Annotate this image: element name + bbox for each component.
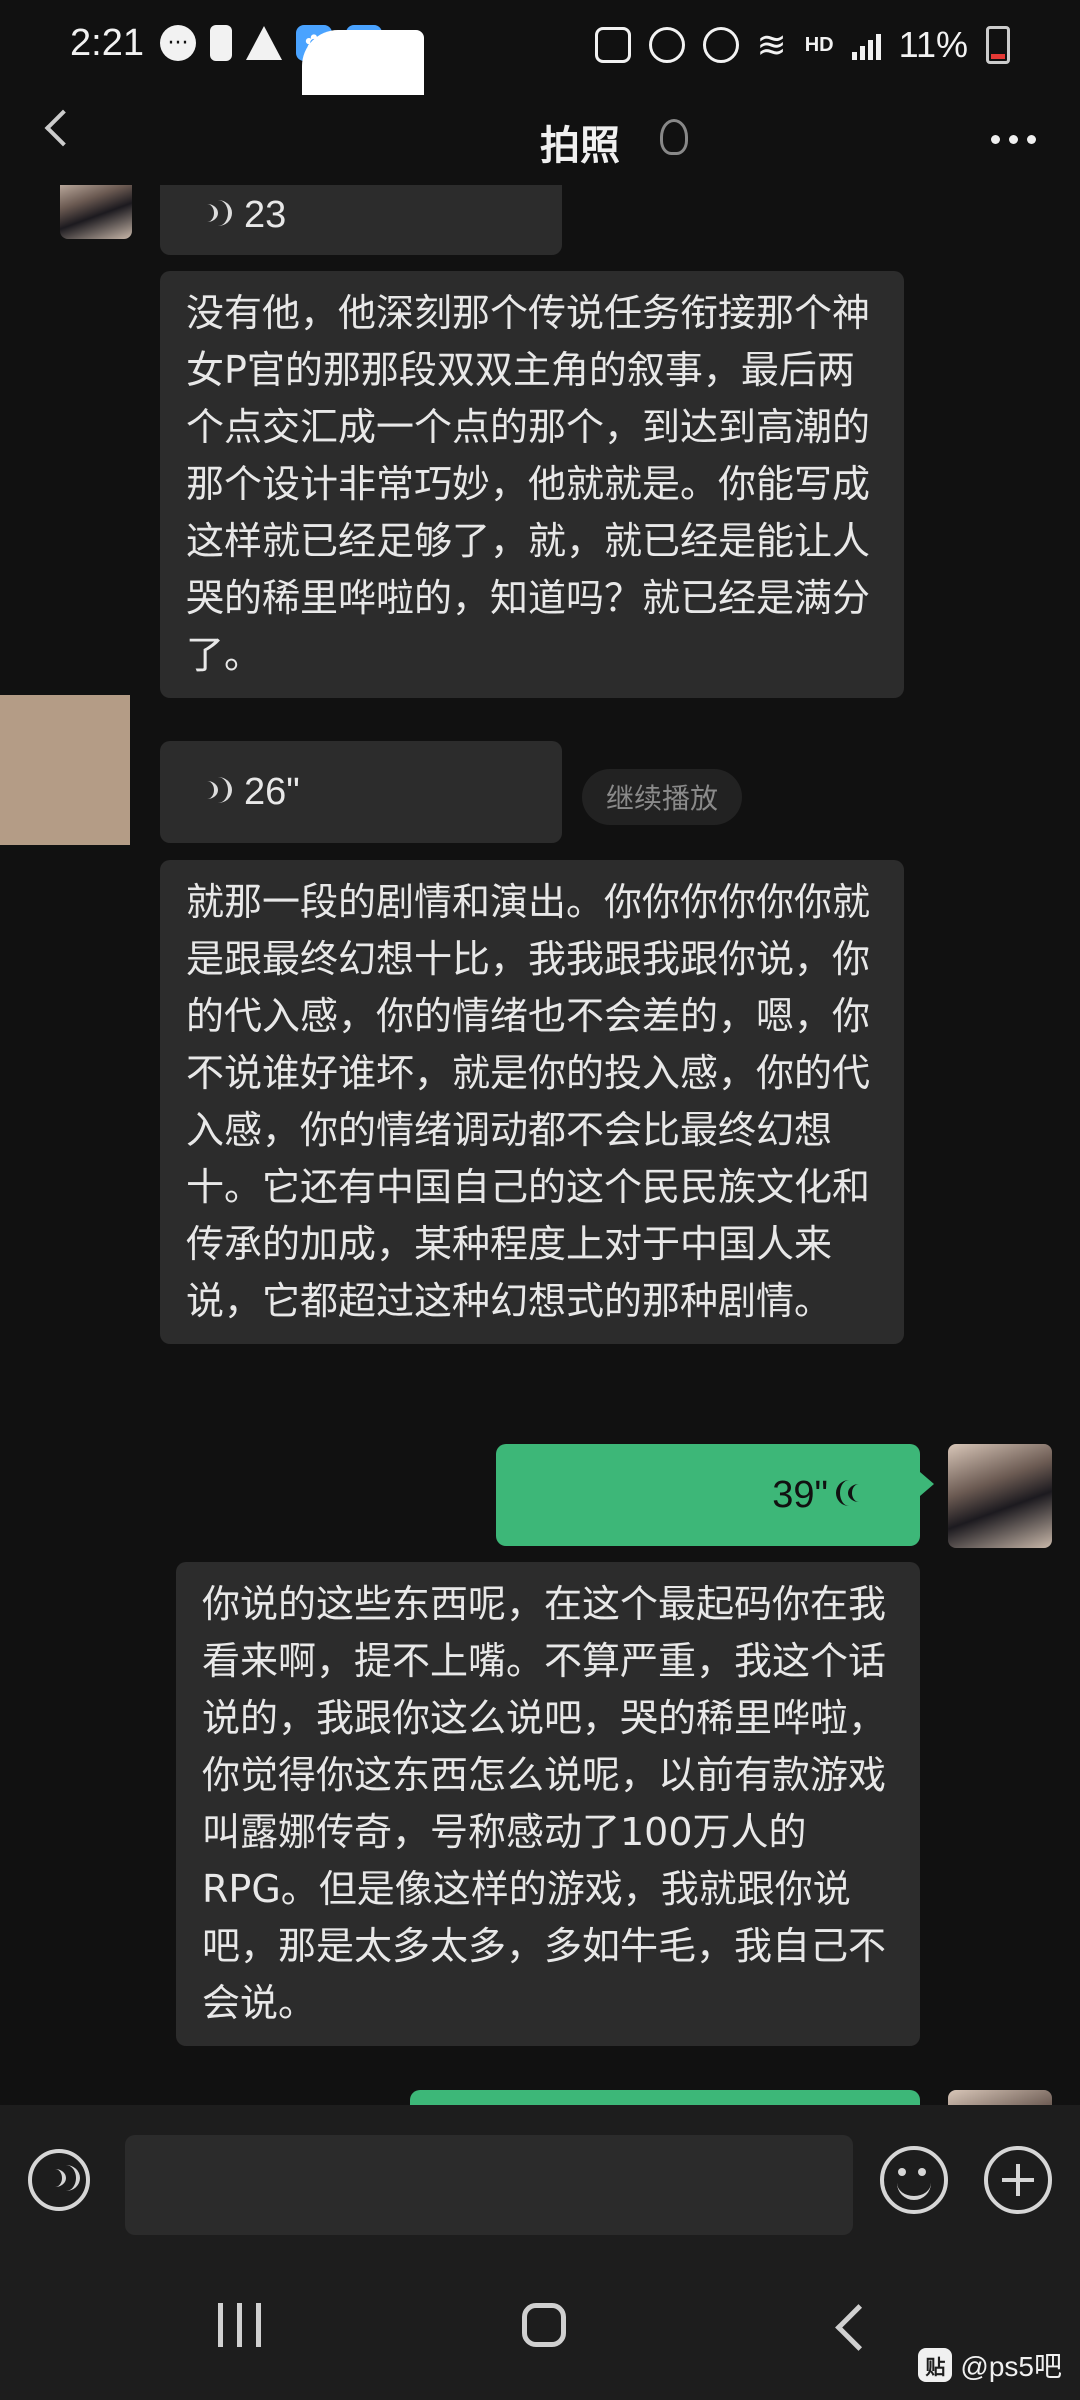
plus-button[interactable]	[984, 2146, 1052, 2214]
ear-mode-icon	[660, 119, 688, 155]
chat-notification-icon: ···	[160, 25, 196, 61]
back-button[interactable]	[835, 2304, 882, 2351]
chat-header: 拍照	[0, 95, 1080, 185]
battery-alert-icon	[210, 25, 232, 61]
voice-wave-icon	[836, 1480, 870, 1510]
message-input[interactable]	[125, 2135, 853, 2235]
signal-icon	[851, 30, 881, 60]
system-status-icons: ≋ HD 11%	[594, 24, 1010, 66]
voice-wave-icon	[196, 777, 232, 807]
text-message[interactable]: 就那一段的剧情和演出。你你你你你你就是跟最终幻想十比，我我跟我跟你说，你的代入感…	[160, 860, 904, 1344]
warning-icon	[246, 26, 282, 60]
hd-label: HD	[804, 33, 834, 56]
voice-wave-icon	[196, 200, 232, 230]
alarm-icon	[648, 27, 685, 63]
voice-duration: 23	[244, 193, 287, 236]
continue-playing-button[interactable]: 继续播放	[582, 769, 743, 825]
voice-wave-icon	[44, 2165, 80, 2195]
watermark-text: @ps5吧	[960, 2351, 1062, 2382]
text-message[interactable]: 你说的这些东西呢，在这个最起码你在我看来啊，提不上嘴。不算严重，我这个话说的，我…	[176, 1562, 920, 2046]
navigation-bar: 贴 @ps5吧	[0, 2255, 1080, 2400]
location-icon	[702, 27, 739, 63]
outgoing-voice-message[interactable]: 39"	[496, 1444, 934, 1546]
home-button[interactable]	[522, 2303, 566, 2347]
recycle-icon	[594, 27, 631, 63]
redaction-mark	[0, 695, 130, 845]
voice-input-button[interactable]	[28, 2149, 90, 2211]
message-list[interactable]: 23 没有他，他深刻那个传说任务衔接那个神女P官的那那段双双主角的叙事，最后两个…	[0, 185, 1080, 2105]
voice-message[interactable]: 26"	[160, 741, 562, 843]
text-message[interactable]: 没有他，他深刻那个传说任务衔接那个神女P官的那那段双双主角的叙事，最后两个点交汇…	[160, 271, 904, 698]
back-arrow-icon[interactable]	[44, 109, 82, 147]
voice-message[interactable]: 23	[160, 185, 562, 255]
more-options-button[interactable]	[991, 135, 1036, 144]
battery-percent: 11%	[898, 24, 968, 65]
voice-duration: 26"	[244, 770, 300, 813]
avatar[interactable]	[60, 185, 132, 239]
battery-icon	[986, 26, 1010, 64]
status-bar: 2:21 ··· ✿ ✿ ≋ HD 11%	[0, 0, 1080, 95]
chat-title: 拍照	[540, 123, 620, 169]
tieba-logo-icon: 贴	[918, 2348, 953, 2382]
input-bar	[0, 2105, 1080, 2255]
emoji-button[interactable]	[880, 2146, 948, 2214]
outgoing-voice-message[interactable]	[410, 2090, 920, 2105]
watermark: 贴 @ps5吧	[918, 2345, 1062, 2385]
my-avatar[interactable]	[948, 2090, 1052, 2105]
voice-duration: 39"	[772, 1473, 828, 1516]
status-time: 2:21	[70, 22, 144, 64]
my-avatar[interactable]	[948, 1444, 1052, 1548]
recent-apps-button[interactable]	[218, 2303, 261, 2347]
wifi-icon: ≋	[756, 24, 787, 65]
